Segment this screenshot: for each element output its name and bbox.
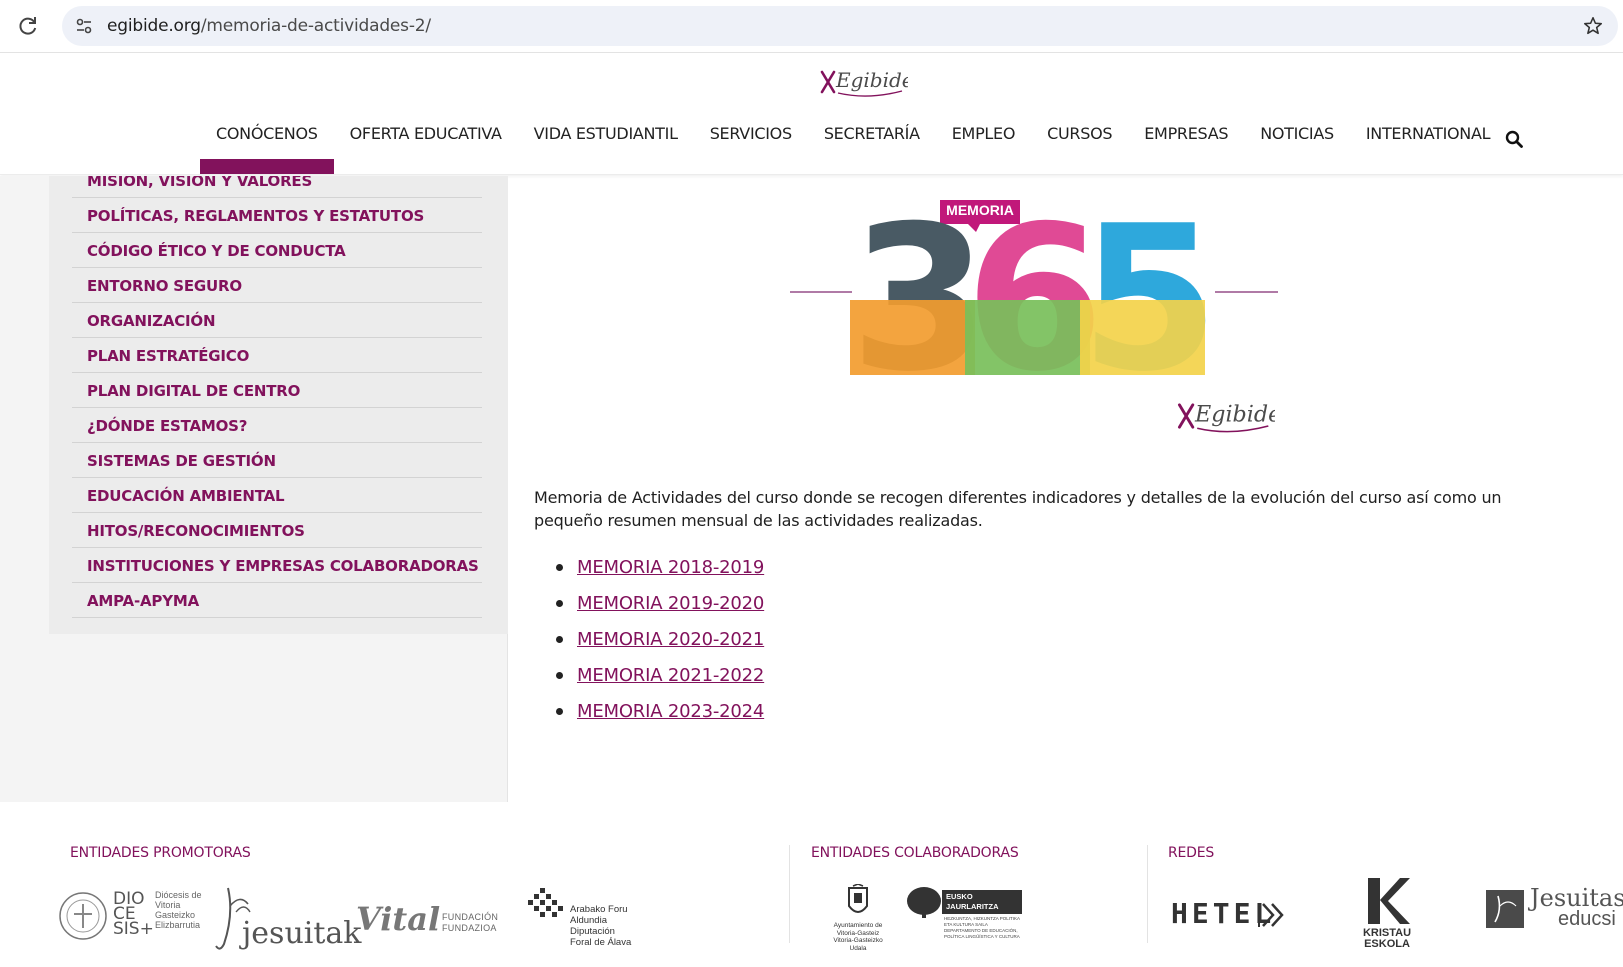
vital-text: Vital	[356, 900, 441, 938]
kristau-k-icon	[1368, 878, 1410, 924]
sidebar-item[interactable]: PLAN DIGITAL DE CENTRO	[72, 373, 482, 408]
url-path: /memoria-de-actividades-2/	[200, 16, 431, 36]
nav-item-international[interactable]: INTERNATIONAL	[1350, 118, 1506, 174]
sidebar-menu: MISIÓN, VISIÓN Y VALORES POLÍTICAS, REGLA…	[72, 176, 482, 618]
memoria-links-list: MEMORIA 2018-2019 MEMORIA 2019-2020 MEMORI…	[556, 549, 764, 729]
memoria-link[interactable]: MEMORIA 2018-2019	[577, 557, 764, 578]
hetel-logo[interactable]: HETEL	[1171, 897, 1291, 933]
footer: ENTIDADES PROMOTORAS ENTIDADES COLABORAD…	[0, 802, 1623, 967]
memoria-link[interactable]: MEMORIA 2019-2020	[577, 593, 764, 614]
diocesis-seal-icon	[59, 892, 107, 940]
gobierno-vasco-sub2: DEPARTAMENTO DE EDUCACIÓN, POLÍTICA LING…	[944, 928, 1020, 939]
address-bar[interactable]: egibide.org/memoria-de-actividades-2/	[62, 6, 1618, 46]
bullet-icon	[556, 635, 563, 643]
intro-text: Memoria de Actividades del curso donde s…	[534, 488, 1502, 530]
diocesis-logo[interactable]: DIO CE SIS+ Diócesis de Vitoria Gasteizk…	[58, 888, 208, 944]
list-item: MEMORIA 2018-2019	[556, 549, 764, 585]
araba-text: Arabako Foru Aldundia Diputación Foral d…	[570, 904, 632, 948]
hetel-arrow-icon	[1258, 903, 1284, 927]
list-item: MEMORIA 2020-2021	[556, 621, 764, 657]
bullet-icon	[556, 563, 563, 571]
bullet-icon	[556, 707, 563, 715]
sidebar-item[interactable]: POLÍTICAS, REGLAMENTOS Y ESTATUTOS	[72, 198, 482, 233]
kristau-eskola-logo[interactable]: KRISTAU ESKOLA	[1356, 876, 1418, 956]
sidebar-item[interactable]: ORGANIZACIÓN	[72, 303, 482, 338]
footer-promotoras-label: ENTIDADES PROMOTORAS	[70, 845, 251, 861]
browser-toolbar: egibide.org/memoria-de-actividades-2/	[0, 0, 1623, 53]
footer-divider	[1147, 845, 1148, 943]
memoria-365-banner: MEMORIA 3 6 5 Egibide	[790, 200, 1281, 433]
nav-item-conócenos[interactable]: CONÓCENOS	[200, 118, 334, 174]
nav-item-vida-estudiantil[interactable]: VIDA ESTUDIANTIL	[518, 118, 694, 174]
nav-item-empresas[interactable]: EMPRESAS	[1128, 118, 1244, 174]
sidebar-menu-viewport: MISIÓN, VISIÓN Y VALORES POLÍTICAS, REGLA…	[0, 176, 508, 636]
jesuitas-educsi-logo[interactable]: Jesuitas educsi	[1486, 886, 1623, 936]
url-text: egibide.org/memoria-de-actividades-2/	[107, 16, 431, 36]
diocesis-subtext: Diócesis de Vitoria Gasteizko Elizbarrut…	[155, 890, 202, 930]
ayuntamiento-text: Ayuntamiento de Vitoria-Gasteiz Vitoria-…	[833, 922, 883, 952]
diocesis-text: DIO CE SIS+	[113, 889, 154, 939]
memoria-link[interactable]: MEMORIA 2023-2024	[577, 701, 764, 722]
nav-item-cursos[interactable]: CURSOS	[1031, 118, 1128, 174]
list-item: MEMORIA 2019-2020	[556, 585, 764, 621]
gobierno-vasco-tree-icon	[907, 887, 941, 918]
site-header: Egibide CONÓCENOS OFERTA EDUCATIVA VIDA ES…	[0, 54, 1623, 175]
kristau-eskola-text: KRISTAU ESKOLA	[1362, 927, 1412, 950]
sidebar-item[interactable]: EDUCACIÓN AMBIENTAL	[72, 478, 482, 513]
nav-item-servicios[interactable]: SERVICIOS	[694, 118, 808, 174]
jesuitas-text: Jesuitas	[1530, 884, 1623, 912]
sidebar-item[interactable]: PLAN ESTRATÉGICO	[72, 338, 482, 373]
footer-redes-label: REDES	[1168, 845, 1215, 861]
vital-logo[interactable]: Vital FUNDACIÓN FUNDAZIOA	[356, 900, 502, 940]
hero-logo-text: Egibide	[1194, 402, 1281, 428]
egibide-logo[interactable]: Egibide	[818, 64, 908, 100]
nav-item-secretaría[interactable]: SECRETARÍA	[808, 118, 936, 174]
gobierno-vasco-logo[interactable]: EUSKO JAURLARITZA GOBIERNO VASCO HEZKUNT…	[906, 886, 1024, 939]
sidebar-item[interactable]: ENTORNO SEGURO	[72, 268, 482, 303]
bullet-icon	[556, 599, 563, 607]
sidebar-item[interactable]: SISTEMAS DE GESTIÓN	[72, 443, 482, 478]
footer-colaboradoras-label: ENTIDADES COLABORADORAS	[811, 845, 1019, 861]
list-item: MEMORIA 2023-2024	[556, 693, 764, 729]
ayuntamiento-logo[interactable]: Ayuntamiento de Vitoria-Gasteiz Vitoria-…	[826, 884, 890, 954]
memoria-link[interactable]: MEMORIA 2020-2021	[577, 629, 764, 650]
hero-egibide-logo: Egibide	[1178, 402, 1281, 433]
sidebar-item[interactable]: ¿DÓNDE ESTAMOS?	[72, 408, 482, 443]
search-icon[interactable]	[1505, 130, 1523, 148]
araba-logo[interactable]: Arabako Foru Aldundia Diputación Foral d…	[524, 886, 634, 958]
reload-icon[interactable]	[16, 14, 40, 38]
sidebar-item[interactable]: CÓDIGO ÉTICO Y DE CONDUCTA	[72, 233, 482, 268]
bookmark-star-icon[interactable]	[1582, 15, 1604, 37]
sidebar-item[interactable]: HITOS/RECONOCIMIENTOS	[72, 513, 482, 548]
gobierno-vasco-line1: EUSKO JAURLARITZA	[946, 892, 999, 911]
site-info-icon[interactable]	[74, 16, 94, 36]
memoria-link[interactable]: MEMORIA 2021-2022	[577, 665, 764, 686]
nav-item-empleo[interactable]: EMPLEO	[936, 118, 1031, 174]
sidebar-item[interactable]: INSTITUCIONES Y EMPRESAS COLABORADORAS	[72, 548, 482, 583]
jesuitak-logo[interactable]: jesuitak	[214, 884, 362, 954]
jesuitas-mark-icon	[1486, 890, 1524, 928]
vital-subtext: FUNDACIÓN FUNDAZIOA	[442, 912, 499, 933]
url-domain: egibide.org	[107, 16, 201, 36]
ayuntamiento-shield-icon	[848, 884, 868, 913]
sidebar-item[interactable]: MISIÓN, VISIÓN Y VALORES	[72, 176, 482, 198]
sidebar-item[interactable]: AMPA-APYMA	[72, 583, 482, 618]
nav-item-oferta-educativa[interactable]: OFERTA EDUCATIVA	[334, 118, 518, 174]
footer-divider	[789, 845, 790, 943]
list-item: MEMORIA 2021-2022	[556, 657, 764, 693]
nav-item-noticias[interactable]: NOTICIAS	[1244, 118, 1350, 174]
educsi-text: educsi	[1558, 908, 1616, 930]
gobierno-vasco-sub1: HEZKUNTZA, HIZKUNTZA POLITIKA ETA KULTUR…	[944, 916, 1020, 927]
araba-mark-icon	[528, 888, 563, 917]
egibide-logo-text: Egibide	[835, 68, 908, 92]
bullet-icon	[556, 671, 563, 679]
main-nav: CONÓCENOS OFERTA EDUCATIVA VIDA ESTUDIANTI…	[200, 118, 1506, 174]
jesuitak-text: jesuitak	[242, 916, 362, 951]
